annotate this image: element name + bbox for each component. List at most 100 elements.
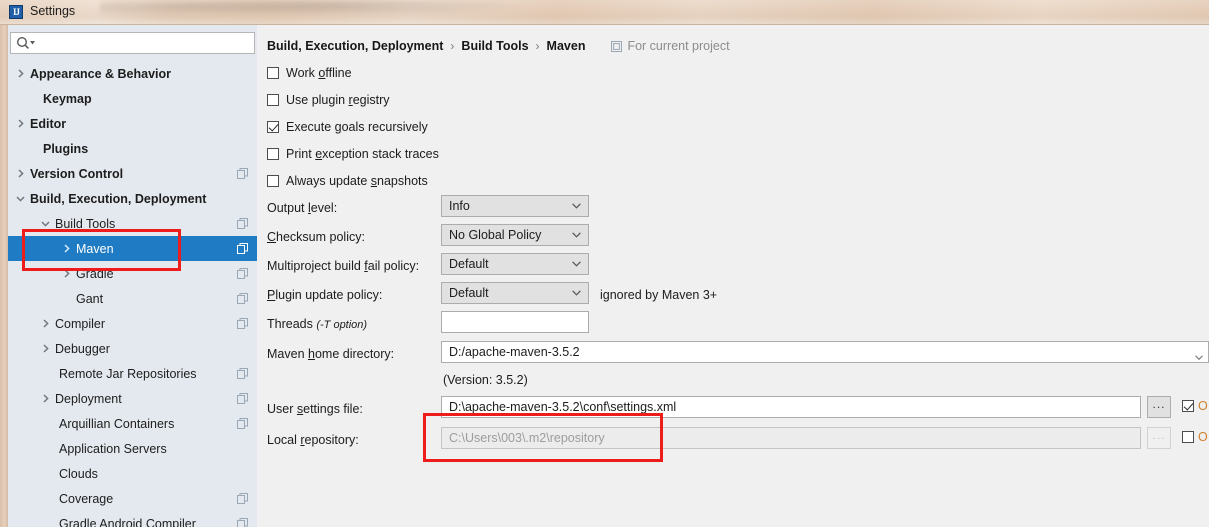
search-input[interactable] — [10, 32, 255, 54]
execute-goals-recursively-row[interactable]: Execute goals recursively — [267, 119, 428, 135]
multiproject-fail-policy-value: Default — [449, 257, 489, 271]
settings-tree[interactable]: Appearance & Behavior Keymap Editor Plugins… — [8, 61, 257, 527]
sidebar-item-label: Gradle — [76, 266, 114, 281]
sidebar-item-label: Plugins — [43, 141, 89, 156]
local-repository-browse-button[interactable]: ... — [1147, 427, 1171, 449]
chevron-right-icon[interactable] — [15, 118, 26, 129]
checksum-policy-combo[interactable]: No Global Policy — [441, 224, 589, 246]
work-offline-row[interactable]: Work offline — [267, 65, 352, 81]
always-update-snapshots-checkbox[interactable] — [267, 175, 279, 187]
execute-goals-recursively-label: Execute goals recursively — [286, 120, 428, 134]
project-scope-icon — [237, 168, 248, 179]
always-update-snapshots-row[interactable]: Always update snapshots — [267, 173, 428, 189]
use-plugin-registry-row[interactable]: Use plugin registry — [267, 92, 390, 108]
print-exception-stack-traces-row[interactable]: Print exception stack traces — [267, 146, 439, 162]
work-offline-checkbox[interactable] — [267, 67, 279, 79]
sidebar-item-label: Gradle Android Compiler — [59, 516, 196, 527]
print-exception-stack-traces-checkbox[interactable] — [267, 148, 279, 160]
chevron-right-icon[interactable] — [61, 243, 72, 254]
sidebar-item-debugger[interactable]: Debugger — [8, 336, 257, 361]
user-settings-override-checkbox[interactable] — [1182, 400, 1194, 412]
sidebar-item-version-control[interactable]: Version Control — [8, 161, 257, 186]
user-settings-browse-button[interactable]: ... — [1147, 396, 1171, 418]
chevron-right-icon[interactable] — [15, 68, 26, 79]
sidebar-item-clouds[interactable]: Clouds — [8, 461, 257, 486]
sidebar-item-label: Remote Jar Repositories — [59, 366, 197, 381]
sidebar-item-label: Build Tools — [55, 216, 116, 231]
sidebar-item-label: Application Servers — [59, 441, 167, 456]
local-repository-override-checkbox[interactable] — [1182, 431, 1194, 443]
output-level-label: Output level: — [267, 201, 338, 215]
chevron-right-icon[interactable] — [40, 393, 51, 404]
execute-goals-recursively-checkbox[interactable] — [267, 121, 279, 133]
sidebar-item-build-execution-deployment[interactable]: Build, Execution, Deployment — [8, 186, 257, 211]
project-scope-icon — [237, 243, 248, 254]
project-scope-icon — [237, 293, 248, 304]
sidebar-item-label: Appearance & Behavior — [30, 66, 172, 81]
project-scope-icon — [237, 418, 248, 429]
multiproject-fail-policy-combo[interactable]: Default — [441, 253, 589, 275]
local-repository-input[interactable]: C:\Users\003\.m2\repository — [441, 427, 1141, 449]
sidebar-item-gant[interactable]: Gant — [8, 286, 257, 311]
plugin-update-policy-combo[interactable]: Default — [441, 282, 589, 304]
sidebar-item-coverage[interactable]: Coverage — [8, 486, 257, 511]
sidebar-item-build-tools[interactable]: Build Tools — [8, 211, 257, 236]
sidebar-item-plugins[interactable]: Plugins — [8, 136, 257, 161]
sidebar-item-remote-jar-repositories[interactable]: Remote Jar Repositories — [8, 361, 257, 386]
project-scope-icon — [611, 40, 623, 52]
sidebar-item-label: Debugger — [55, 341, 110, 356]
project-scope-icon — [237, 368, 248, 379]
maven-version-note: (Version: 3.5.2) — [443, 373, 528, 387]
plugin-update-policy-value: Default — [449, 286, 489, 300]
search-field-wrapper[interactable] — [10, 32, 255, 54]
sidebar-item-application-servers[interactable]: Application Servers — [8, 436, 257, 461]
chevron-right-icon[interactable] — [15, 168, 26, 179]
checksum-policy-value: No Global Policy — [449, 228, 542, 242]
titlebar-blur-decoration — [100, 0, 520, 18]
chevron-down-icon[interactable] — [1195, 350, 1203, 361]
chevron-down-icon[interactable] — [15, 193, 26, 204]
local-repository-override-row[interactable]: O — [1182, 430, 1208, 444]
sidebar-item-compiler[interactable]: Compiler — [8, 311, 257, 336]
output-level-value: Info — [449, 199, 470, 213]
maven-home-directory-combo[interactable]: D:/apache-maven-3.5.2 — [441, 341, 1209, 363]
threads-input[interactable] — [441, 311, 589, 333]
always-update-snapshots-label: Always update snapshots — [286, 174, 428, 188]
sidebar-item-deployment[interactable]: Deployment — [8, 386, 257, 411]
print-exception-stack-traces-label: Print exception stack traces — [286, 147, 439, 161]
chevron-right-icon[interactable] — [40, 318, 51, 329]
breadcrumb-item-1[interactable]: Build Tools — [461, 39, 528, 53]
search-icon[interactable] — [16, 36, 36, 50]
user-settings-file-label: User settings file: — [267, 402, 363, 416]
sidebar-item-label: Deployment — [55, 391, 122, 406]
breadcrumb: Build, Execution, Deployment › Build Too… — [267, 39, 730, 53]
window-titlebar: IJ Settings — [0, 0, 1209, 25]
checksum-policy-label: Checksum policy: — [267, 230, 365, 244]
chevron-down-icon — [572, 232, 581, 238]
breadcrumb-separator-0: › — [450, 39, 455, 53]
plugin-update-policy-note: ignored by Maven 3+ — [600, 288, 718, 302]
sidebar-item-label: Coverage — [59, 491, 114, 506]
project-scope-icon — [237, 393, 248, 404]
sidebar-item-keymap[interactable]: Keymap — [8, 86, 257, 111]
output-level-combo[interactable]: Info — [441, 195, 589, 217]
chevron-down-icon[interactable] — [40, 218, 51, 229]
maven-home-directory-label: Maven home directory: — [267, 347, 395, 361]
breadcrumb-item-0[interactable]: Build, Execution, Deployment — [267, 39, 443, 53]
chevron-right-icon[interactable] — [61, 268, 72, 279]
sidebar-item-editor[interactable]: Editor — [8, 111, 257, 136]
for-current-project-note: For current project — [611, 39, 730, 53]
use-plugin-registry-checkbox[interactable] — [267, 94, 279, 106]
chevron-right-icon[interactable] — [40, 343, 51, 354]
app-icon-text: IJ — [12, 6, 20, 17]
sidebar-item-gradle[interactable]: Gradle — [8, 261, 257, 286]
user-settings-file-input[interactable]: D:\apache-maven-3.5.2\conf\settings.xml — [441, 396, 1141, 418]
user-settings-file-value: D:\apache-maven-3.5.2\conf\settings.xml — [449, 400, 677, 414]
user-settings-override-row[interactable]: O — [1182, 399, 1208, 413]
sidebar-item-gradle-android-compiler[interactable]: Gradle Android Compiler — [8, 511, 257, 527]
sidebar-item-appearance-behavior[interactable]: Appearance & Behavior — [8, 61, 257, 86]
sidebar-item-arquillian-containers[interactable]: Arquillian Containers — [8, 411, 257, 436]
sidebar-item-maven[interactable]: Maven — [8, 236, 257, 261]
breadcrumb-item-2[interactable]: Maven — [547, 39, 586, 53]
sidebar-item-label: Version Control — [30, 166, 124, 181]
